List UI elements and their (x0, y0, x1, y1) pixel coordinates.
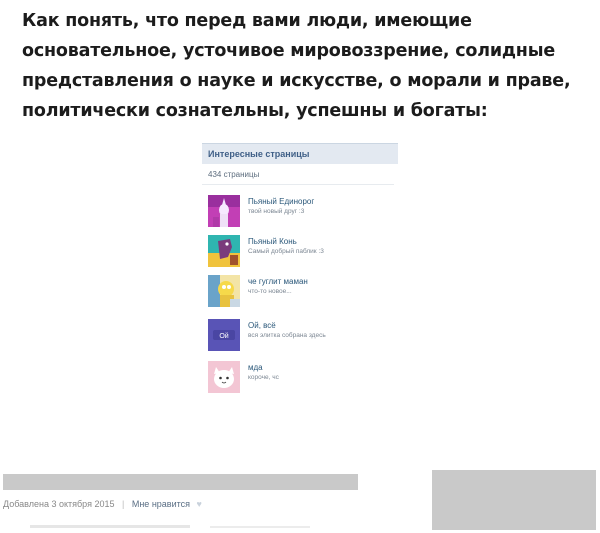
cartoon-avatar[interactable] (208, 275, 240, 307)
post-headline: Как понять, что перед вами люди, имеющие… (22, 11, 571, 121)
page-name[interactable]: че гуглит маман (248, 277, 308, 286)
list-item[interactable]: Пьяный Единорог твой новый друг :3 (208, 195, 393, 229)
page-description: короче, чс (248, 374, 279, 381)
cat-avatar[interactable] (208, 361, 240, 393)
blurred-text-line (210, 526, 310, 528)
avatar-text: Ой (219, 332, 228, 340)
page-name[interactable]: Ой, всё (248, 321, 276, 330)
page-name[interactable]: Пьяный Конь (248, 237, 297, 246)
list-item[interactable]: мда короче, чс (208, 361, 393, 395)
horse-avatar[interactable] (208, 235, 240, 267)
page-name[interactable]: Пьяный Единорог (248, 197, 314, 206)
interesting-pages-widget: Интересные страницы 434 страницы Пьяный … (202, 143, 398, 397)
post-meta: Добавлена 3 октября 2015 | Мне нравится … (3, 499, 202, 509)
heart-icon[interactable]: ♥ (197, 499, 202, 509)
meta-separator: | (121, 499, 125, 509)
page-name[interactable]: мда (248, 363, 263, 372)
redacted-bar (3, 474, 358, 490)
like-button[interactable]: Мне нравится (132, 499, 190, 509)
list-item[interactable]: Ой Ой, всё вся элитка собрана здесь (208, 319, 393, 353)
blurred-text-line (30, 525, 190, 528)
post-date[interactable]: Добавлена 3 октября 2015 (3, 499, 114, 509)
page-description: что-то новое... (248, 288, 292, 295)
widget-title[interactable]: Интересные страницы (202, 143, 398, 164)
unicorn-avatar[interactable] (208, 195, 240, 227)
page-description: Самый добрый паблик :3 (248, 248, 324, 255)
page-description: твой новый друг :3 (248, 208, 305, 215)
page-description: вся элитка собрана здесь (248, 332, 326, 339)
pages-count[interactable]: 434 страницы (202, 164, 394, 185)
oi-vse-avatar[interactable]: Ой (208, 319, 240, 351)
list-item[interactable]: Пьяный Конь Самый добрый паблик :3 (208, 235, 393, 269)
list-item[interactable]: че гуглит маман что-то новое... (208, 275, 393, 309)
redacted-box (432, 470, 596, 530)
